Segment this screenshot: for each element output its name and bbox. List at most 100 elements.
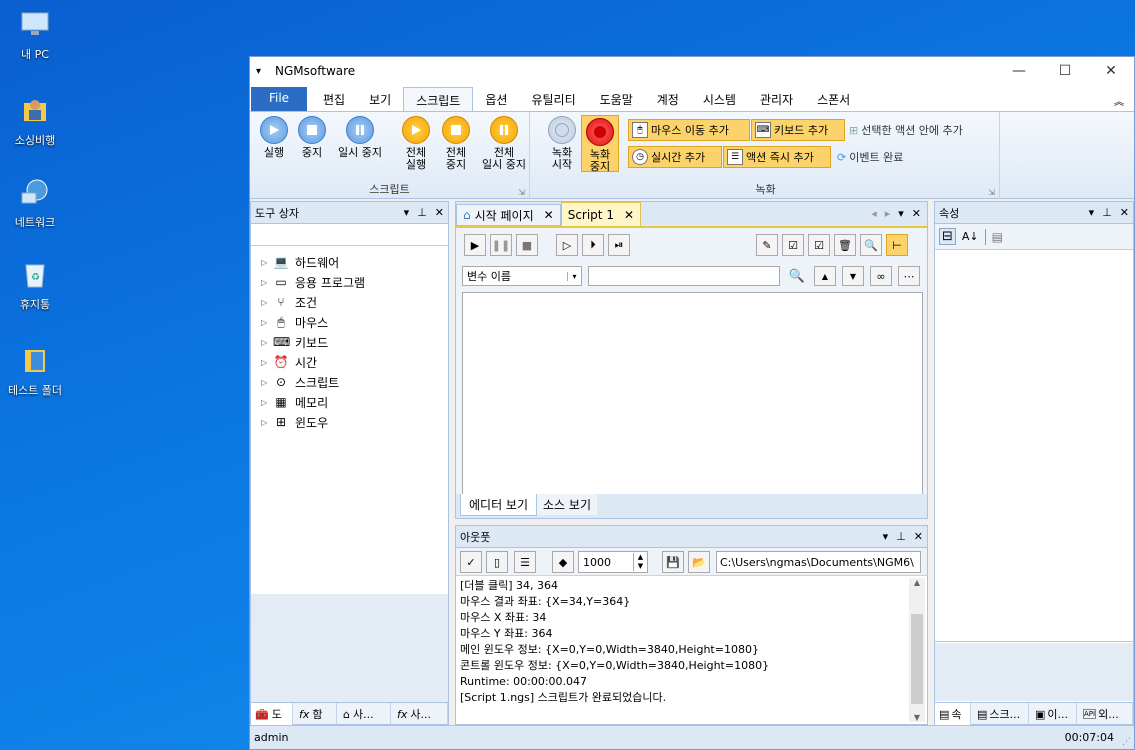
- desktop-icon-network[interactable]: 네트워크: [0, 174, 70, 230]
- dialog-launcher-icon[interactable]: ⇲: [988, 188, 995, 197]
- wrap-button[interactable]: ☰: [514, 551, 536, 573]
- tree-item-memory[interactable]: ▷ ▦ 메모리: [251, 392, 448, 412]
- close-icon[interactable]: ✕: [435, 206, 444, 219]
- tab-sponsor[interactable]: 스폰서: [805, 87, 862, 111]
- tab-scripts[interactable]: ▤ 스크...: [973, 703, 1029, 725]
- pin-icon[interactable]: ⊥: [417, 206, 427, 219]
- dialog-launcher-icon[interactable]: ⇲: [518, 188, 525, 197]
- desktop-icon-user[interactable]: 소싱비행: [0, 92, 70, 148]
- variable-name-select[interactable]: 변수 이름 ▾: [462, 266, 582, 286]
- tab-system[interactable]: 시스템: [691, 87, 748, 111]
- property-pages-icon[interactable]: ▤: [992, 230, 1003, 244]
- minimize-button[interactable]: —: [996, 57, 1042, 85]
- event-complete-button[interactable]: ⟳ 이벤트 완료: [834, 146, 944, 168]
- scroll-right-icon[interactable]: ▸: [885, 207, 891, 220]
- categorized-icon[interactable]: ⊟: [939, 228, 956, 245]
- play-button[interactable]: ▶: [464, 234, 486, 256]
- output-scrollbar[interactable]: ▲ ▼: [909, 578, 925, 722]
- close-icon[interactable]: ✕: [914, 530, 923, 543]
- pause-button[interactable]: 일시 중지: [332, 116, 388, 159]
- add-realtime-button[interactable]: ◷ 실시간 추가: [628, 146, 722, 168]
- tab-account[interactable]: 계정: [645, 87, 691, 111]
- previous-button[interactable]: ▲: [814, 266, 836, 286]
- tab-toolbox[interactable]: 🧰 도: [251, 703, 293, 725]
- close-tab-icon[interactable]: ✕: [544, 208, 554, 222]
- tab-utility[interactable]: 유틸리티: [519, 87, 587, 111]
- add-action-now-button[interactable]: ☰ 액션 즉시 추가: [723, 146, 831, 168]
- collapse-ribbon-icon[interactable]: ︽: [1114, 93, 1124, 108]
- property-grid[interactable]: [935, 252, 1133, 642]
- tree-item-mouse[interactable]: ▷ 🖱 마우스: [251, 312, 448, 332]
- resize-grip-icon[interactable]: ⋰: [1122, 737, 1131, 747]
- tab-functions[interactable]: fx 함: [295, 703, 337, 725]
- run-all-button[interactable]: 전체 실행: [396, 116, 436, 171]
- close-icon[interactable]: ✕: [912, 207, 921, 220]
- search-button[interactable]: 🔍: [786, 266, 808, 286]
- system-menu-icon[interactable]: ▾: [256, 66, 261, 77]
- pause-button[interactable]: ❚❚: [490, 234, 512, 256]
- edit-note-button[interactable]: ✎: [756, 234, 778, 256]
- log-path-field[interactable]: C:\Users\ngmas\Documents\NGM6\: [716, 551, 921, 573]
- tab-help[interactable]: 도움말: [588, 87, 645, 111]
- run-button[interactable]: 실행: [256, 116, 292, 159]
- desktop-icon-test-folder[interactable]: 테스트 폴더: [0, 342, 70, 398]
- pause-all-button[interactable]: 전체 일시 중지: [476, 116, 532, 171]
- check-all-button[interactable]: ☑: [782, 234, 804, 256]
- tree-item-condition[interactable]: ▷ ⑂ 조건: [251, 292, 448, 312]
- add-inside-selected-action-button[interactable]: ⊞ 선택한 액션 안에 추가: [846, 119, 998, 141]
- tab-admin[interactable]: 관리자: [748, 87, 805, 111]
- tree-item-time[interactable]: ▷ ⏰ 시간: [251, 352, 448, 372]
- tree-item-keyboard[interactable]: ▷ ⌨ 키보드: [251, 332, 448, 352]
- tab-user-1[interactable]: ⌂ 사...: [339, 703, 391, 725]
- scroll-left-icon[interactable]: ◂: [871, 207, 877, 220]
- desktop-icon-recycle-bin[interactable]: ♻ 휴지통: [0, 256, 70, 312]
- stop-button[interactable]: 중지: [294, 116, 330, 159]
- tree-item-application[interactable]: ▷ ▭ 응용 프로그램: [251, 272, 448, 292]
- tree-item-script[interactable]: ▷ ⊙ 스크립트: [251, 372, 448, 392]
- more-button[interactable]: ⋯: [898, 266, 920, 286]
- desktop-icon-this-pc[interactable]: 내 PC: [0, 6, 70, 62]
- step-play-button[interactable]: ▷: [556, 234, 578, 256]
- toolbox-search-input[interactable]: [251, 224, 448, 246]
- pin-icon[interactable]: ⊥: [1102, 206, 1112, 219]
- stop-button[interactable]: ■: [516, 234, 538, 256]
- stop-all-button[interactable]: 전체 중지: [436, 116, 476, 171]
- play-frame-button[interactable]: ⏯: [608, 234, 630, 256]
- tab-script[interactable]: 스크립트: [403, 87, 474, 111]
- add-mouse-move-button[interactable]: 🖱 마우스 이동 추가: [628, 119, 750, 141]
- tab-script-1[interactable]: Script 1 ✕: [560, 202, 642, 226]
- loop-button[interactable]: ∞: [870, 266, 892, 286]
- play-box-button[interactable]: ⏵: [582, 234, 604, 256]
- script-editor-area[interactable]: [462, 292, 923, 498]
- clear-brush-button[interactable]: ✓: [460, 551, 482, 573]
- dropdown-icon[interactable]: ▾: [883, 530, 889, 543]
- tab-source-view[interactable]: 소스 보기: [537, 494, 597, 515]
- tab-view[interactable]: 보기: [357, 87, 403, 111]
- add-keyboard-button[interactable]: ⌨ 키보드 추가: [751, 119, 845, 141]
- scroll-down-icon[interactable]: ▼: [909, 713, 925, 722]
- variable-search-input[interactable]: [588, 266, 780, 286]
- tab-external-api[interactable]: API 외...: [1079, 703, 1133, 725]
- close-tab-icon[interactable]: ✕: [624, 208, 634, 222]
- open-folder-button[interactable]: 📂: [688, 551, 710, 573]
- close-icon[interactable]: ✕: [1120, 206, 1129, 219]
- delete-button[interactable]: 🗑: [834, 234, 856, 256]
- record-stop-button[interactable]: 녹화 중지: [581, 115, 619, 173]
- tab-file[interactable]: File: [251, 87, 307, 111]
- tree-item-hardware[interactable]: ▷ 💻 하드웨어: [251, 252, 448, 272]
- dropdown-icon[interactable]: ▾: [898, 207, 904, 220]
- max-lines-stepper[interactable]: 1000 ▲ ▼: [578, 551, 648, 573]
- search-button[interactable]: 🔍: [860, 234, 882, 256]
- dropdown-icon[interactable]: ▾: [404, 206, 410, 219]
- stepper-arrows-icon[interactable]: ▲ ▼: [633, 553, 647, 571]
- scroll-up-icon[interactable]: ▲: [909, 578, 925, 587]
- pin-icon[interactable]: ⊥: [896, 530, 906, 543]
- maximize-button[interactable]: ☐: [1042, 57, 1088, 85]
- dropdown-icon[interactable]: ▾: [1089, 206, 1095, 219]
- tab-user-2[interactable]: fx 사...: [393, 703, 448, 725]
- next-button[interactable]: ▼: [842, 266, 864, 286]
- tab-options[interactable]: 옵션: [473, 87, 519, 111]
- scroll-thumb[interactable]: [911, 614, 923, 704]
- tree-view-button[interactable]: ⊢: [886, 234, 908, 256]
- tab-editor-view[interactable]: 에디터 보기: [460, 494, 538, 516]
